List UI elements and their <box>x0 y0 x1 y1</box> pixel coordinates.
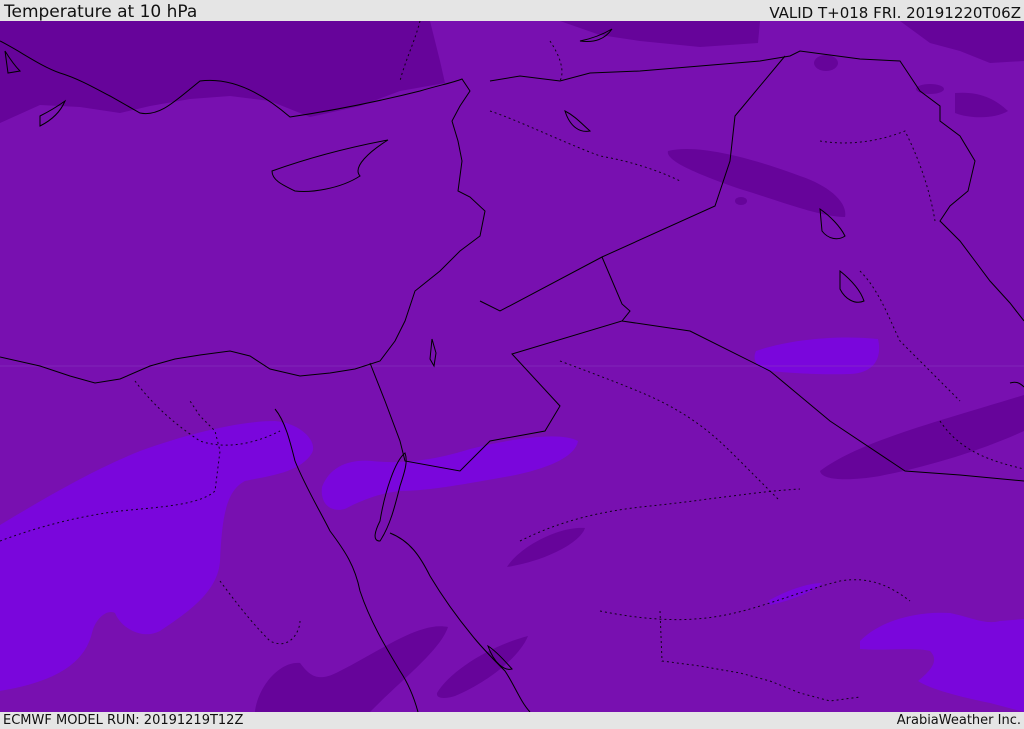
model-run: ECMWF MODEL RUN: 20191219T12Z <box>3 713 244 728</box>
footer-bar: ECMWF MODEL RUN: 20191219T12Z ArabiaWeat… <box>0 712 1024 729</box>
credit: ArabiaWeather Inc. <box>896 713 1021 728</box>
map-title: Temperature at 10 hPa <box>4 2 198 22</box>
header-bar: Temperature at 10 hPa VALID T+018 FRI. 2… <box>0 0 1024 21</box>
map-canvas <box>0 21 1024 712</box>
cold-spot-1 <box>814 55 838 71</box>
cold-spot-4 <box>735 197 747 205</box>
temperature-map[interactable] <box>0 21 1024 712</box>
valid-time: VALID T+018 FRI. 20191220T06Z <box>769 4 1021 22</box>
cold-spot-2 <box>916 84 944 94</box>
